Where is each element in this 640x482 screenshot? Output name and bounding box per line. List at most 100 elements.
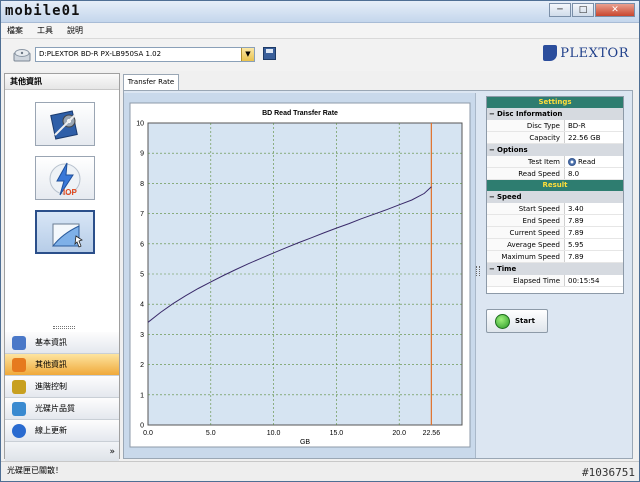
tool-tile-1[interactable]	[35, 102, 95, 146]
sidebar-nav: 基本資訊 其他資訊 進階控制 光碟片品質 線上更新 »	[5, 332, 119, 462]
average-speed-key: Average Speed	[487, 239, 565, 250]
chevron-double-icon: »	[109, 447, 115, 457]
transfer-chart-icon	[51, 223, 83, 248]
options-category[interactable]: Options	[487, 144, 623, 156]
plextor-mark-icon	[543, 45, 558, 61]
y-tick-label: 7	[140, 211, 144, 218]
result-header: Result	[487, 180, 623, 191]
y-tick-label: 2	[140, 362, 144, 369]
app-logo: mobile01	[5, 3, 81, 19]
elapsed-time-value: 00:15:54	[568, 276, 600, 285]
test-item-value-cell[interactable]: Read	[565, 156, 623, 167]
title-bar: mobile01 ─ □ ✕	[1, 1, 639, 23]
menu-tools[interactable]: 工具	[37, 25, 53, 36]
current-speed-row: Current Speed 7.89	[487, 227, 623, 239]
sidebar: 其他資訊 IOP 基本資訊 其他資訊 進階控制 光碟片品質 線上更新 »	[4, 73, 120, 462]
disc-type-value: BD-R	[568, 121, 586, 130]
status-text: 光碟匣已關散！	[7, 466, 63, 475]
start-button-label: Start	[515, 317, 535, 325]
capacity-value: 22.56 GB	[568, 133, 601, 142]
start-button[interactable]: Start	[486, 309, 548, 333]
chart-title: BD Read Transfer Rate	[262, 110, 338, 117]
settings-header: Settings	[487, 97, 623, 108]
disc-info-category[interactable]: Disc Information	[487, 108, 623, 120]
panel-splitter[interactable]	[476, 266, 480, 276]
nav-item-disc-quality[interactable]: 光碟片品質	[5, 398, 119, 420]
x-tick-label: 20.0	[392, 430, 406, 437]
menu-help[interactable]: 說明	[67, 25, 83, 36]
elapsed-time-row: Elapsed Time 00:15:54	[487, 275, 623, 287]
nav-item-other-info[interactable]: 其他資訊	[5, 354, 119, 376]
end-speed-row: End Speed 7.89	[487, 215, 623, 227]
max-speed-value: 7.89	[568, 252, 584, 261]
disc-quality-icon	[12, 402, 26, 416]
test-item-row[interactable]: Test Item Read	[487, 156, 623, 168]
property-grid: Settings Disc Information Disc Type BD-R…	[486, 96, 624, 294]
nav-item-label: 線上更新	[35, 426, 67, 435]
time-category[interactable]: Time	[487, 263, 623, 275]
status-bar: 光碟匣已關散！ #1036751	[1, 461, 639, 481]
chevron-down-icon[interactable]: ▼	[241, 48, 254, 61]
sidebar-resize-grip[interactable]	[53, 326, 75, 329]
read-speed-value[interactable]: 8.0	[565, 168, 623, 179]
disc-type-key: Disc Type	[487, 120, 565, 131]
nav-item-label: 進階控制	[35, 382, 67, 391]
info-icon	[12, 336, 26, 350]
iop-lightning-icon: IOP	[49, 162, 81, 197]
drive-select-value: D:PLEXTOR BD-R PX-LB950SA 1.02	[39, 50, 162, 58]
tab-transfer-rate[interactable]: Transfer Rate	[123, 74, 179, 91]
nav-item-advanced-control[interactable]: 進階控制	[5, 376, 119, 398]
online-update-icon	[12, 424, 26, 438]
read-speed-row[interactable]: Read Speed 8.0	[487, 168, 623, 180]
save-icon[interactable]	[263, 47, 276, 60]
x-axis-label: GB	[300, 439, 310, 446]
capacity-key: Capacity	[487, 132, 565, 143]
menu-bar: 檔案 工具 說明	[1, 23, 639, 39]
y-tick-label: 10	[136, 121, 144, 128]
elapsed-time-key: Elapsed Time	[487, 275, 565, 286]
speed-category[interactable]: Speed	[487, 191, 623, 203]
maximize-button[interactable]: □	[572, 3, 594, 17]
disc-icon	[568, 157, 576, 166]
read-speed-key: Read Speed	[487, 168, 565, 179]
test-item-value: Read	[578, 157, 596, 166]
y-tick-label: 4	[140, 302, 144, 309]
tab-panel: BD Read Transfer Rate 0 1 2 3 4 5 6 7 8 9 10 0.0 5.…	[123, 90, 633, 459]
nav-item-basic-info[interactable]: 基本資訊	[5, 332, 119, 354]
end-speed-key: End Speed	[487, 215, 565, 226]
max-speed-key: Maximum Speed	[487, 251, 565, 262]
window-controls: ─ □ ✕	[549, 3, 635, 17]
average-speed-row: Average Speed 5.95	[487, 239, 623, 251]
y-tick-label: 6	[140, 241, 144, 248]
transfer-rate-chart: BD Read Transfer Rate 0 1 2 3 4 5 6 7 8 9 10 0.0 5.…	[129, 102, 471, 448]
y-tick-label: 0	[140, 423, 144, 430]
capacity-row: Capacity 22.56 GB	[487, 132, 623, 144]
drive-select[interactable]: D:PLEXTOR BD-R PX-LB950SA 1.02 ▼	[35, 47, 255, 62]
sidebar-title: 其他資訊	[5, 74, 119, 90]
menu-file[interactable]: 檔案	[7, 25, 23, 36]
minimize-button[interactable]: ─	[549, 3, 571, 17]
brand-name: PLEXTOR	[560, 45, 629, 61]
x-tick-label: 22.56	[423, 430, 441, 437]
watermark: #1036751	[582, 466, 635, 479]
x-tick-label: 15.0	[330, 430, 344, 437]
app-window: mobile01 ─ □ ✕ 檔案 工具 說明 D:PLEXTOR BD-R P…	[0, 0, 640, 482]
start-speed-row: Start Speed 3.40	[487, 203, 623, 215]
tool-tile-iop[interactable]: IOP	[35, 156, 95, 200]
nav-item-label: 基本資訊	[35, 338, 67, 347]
nav-collapse-button[interactable]: »	[5, 442, 119, 462]
play-icon	[495, 314, 510, 329]
y-tick-label: 8	[140, 181, 144, 188]
nav-item-label: 其他資訊	[35, 360, 67, 369]
y-tick-label: 3	[140, 332, 144, 339]
close-button[interactable]: ✕	[595, 3, 635, 17]
start-speed-value: 3.40	[568, 204, 584, 213]
brand-logo: PLEXTOR	[543, 45, 629, 61]
tool-tile-transfer[interactable]	[35, 210, 95, 254]
x-tick-label: 5.0	[206, 430, 216, 437]
nav-item-online-update[interactable]: 線上更新	[5, 420, 119, 442]
x-tick-label: 10.0	[267, 430, 281, 437]
test-item-key: Test Item	[487, 156, 565, 167]
disc-type-row: Disc Type BD-R	[487, 120, 623, 132]
end-speed-value: 7.89	[568, 216, 584, 225]
